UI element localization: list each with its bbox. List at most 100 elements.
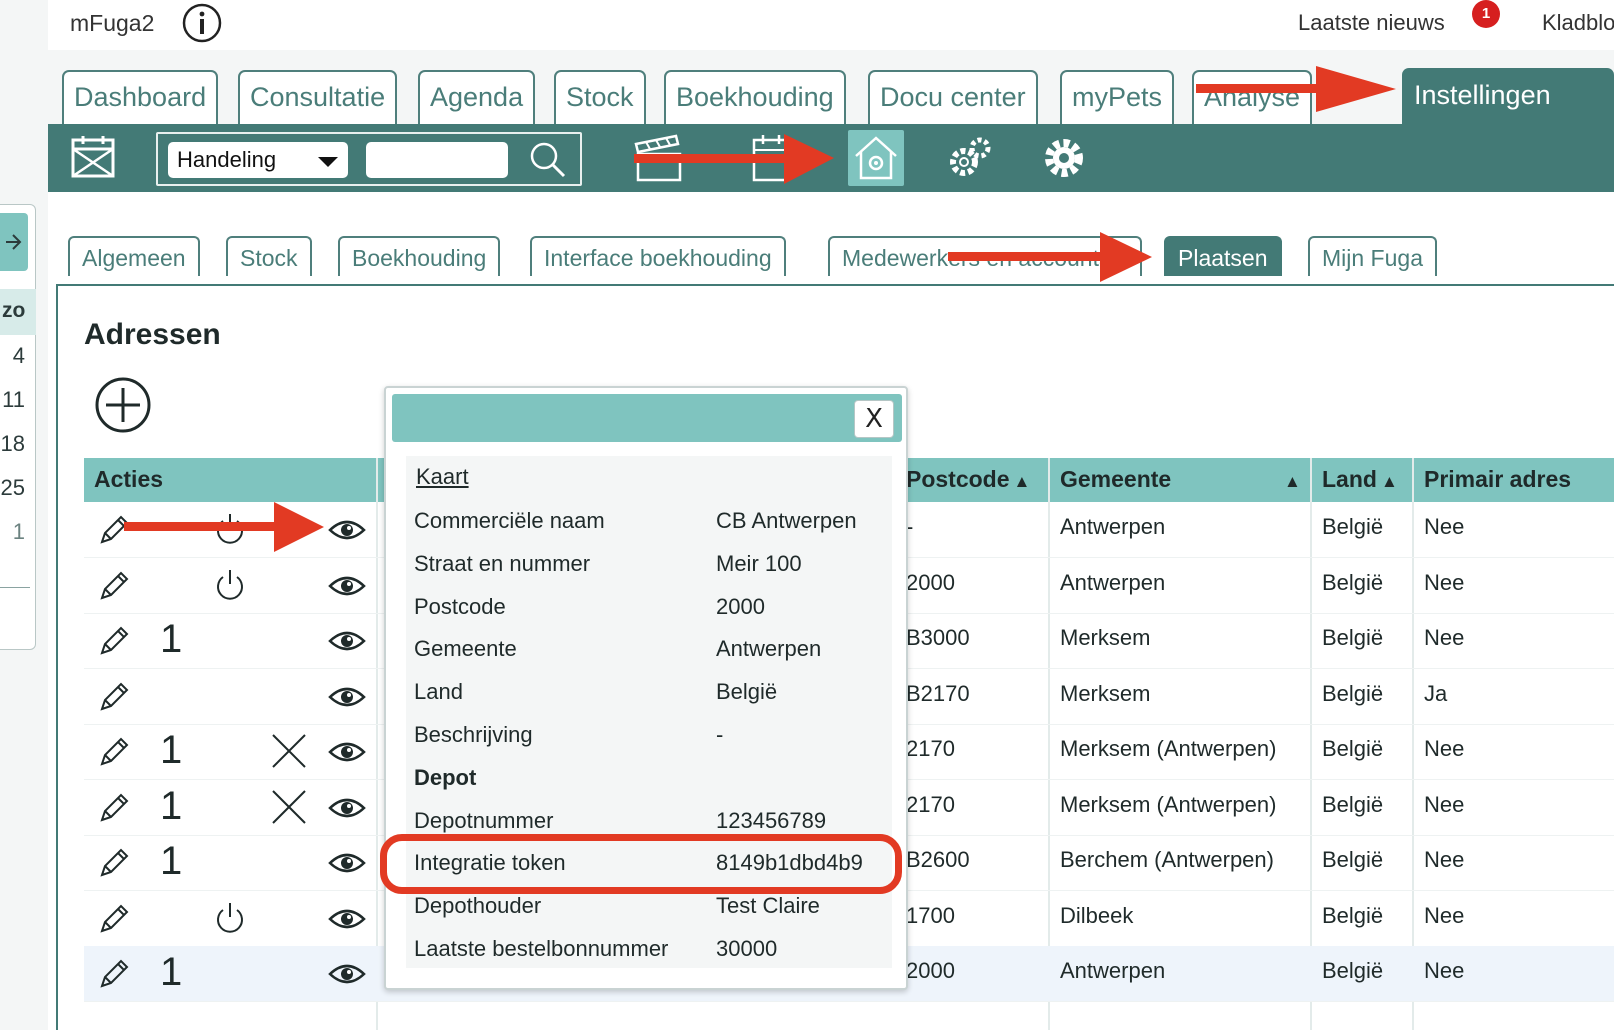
type-select[interactable]: Handeling [168, 142, 348, 178]
eye-icon[interactable] [328, 849, 366, 882]
header-acties: Acties [94, 466, 164, 492]
cell-land: België [1322, 569, 1384, 595]
field-value: 2000 [716, 593, 765, 619]
eye-icon[interactable] [328, 960, 366, 993]
cell-land: België [1322, 847, 1384, 872]
tab-analyse[interactable]: Analyse [1192, 70, 1313, 124]
header-postcode[interactable]: Postcode ▲︎ [906, 466, 1030, 493]
clapperboard-icon[interactable] [630, 130, 686, 186]
cell-land: België [1322, 680, 1384, 706]
section-title: Adressen [84, 318, 221, 351]
eye-icon[interactable] [328, 516, 366, 549]
field-value: - [716, 722, 724, 747]
eye-icon[interactable] [328, 905, 366, 938]
cell-primair: Nee [1424, 736, 1465, 761]
eye-icon[interactable] [328, 627, 366, 660]
field-label: Land [414, 679, 463, 705]
pencil-icon[interactable] [96, 734, 132, 775]
delete-icon[interactable] [270, 788, 308, 831]
house-gear-button[interactable] [848, 130, 904, 186]
header-gemeente[interactable]: Gemeente [1060, 466, 1171, 493]
delete-icon[interactable] [270, 732, 308, 775]
sort-icon: ▲︎ [1013, 472, 1031, 491]
section-heading: Depot [414, 764, 477, 790]
eye-icon[interactable] [328, 572, 366, 605]
info-icon[interactable] [182, 3, 222, 43]
pencil-icon[interactable] [96, 901, 132, 942]
usage-count: 1 [160, 839, 183, 883]
calendar-day[interactable]: 4 [13, 343, 25, 369]
subtab-algemeen[interactable]: Algemeen [68, 236, 200, 276]
cell-gemeente: Antwerpen [1060, 514, 1166, 539]
calendar-expand-button[interactable] [0, 213, 28, 271]
cell-primair: Nee [1424, 902, 1465, 928]
sort-icon[interactable]: ▲︎ [1280, 466, 1301, 493]
subtab-mijn-fuga[interactable]: Mijn Fuga [1308, 236, 1437, 276]
news-badge: 1 [1472, 0, 1500, 28]
calendar-day[interactable]: 25 [1, 475, 25, 501]
tab-dashboard[interactable]: Dashboard [62, 70, 219, 124]
pencil-icon[interactable] [96, 568, 132, 609]
header-land-label: Land [1322, 466, 1377, 492]
field-label: Depotnummer [414, 807, 554, 833]
cell-primair: Nee [1424, 791, 1465, 817]
tab-boekhouding[interactable]: Boekhouding [664, 70, 846, 124]
pencil-icon[interactable] [96, 790, 132, 831]
close-button[interactable]: X [854, 400, 894, 438]
cell-postcode: B2600 [906, 847, 970, 872]
power-icon[interactable] [212, 566, 248, 607]
pencil-icon[interactable] [96, 956, 132, 997]
eye-icon[interactable] [328, 794, 366, 827]
pencil-icon[interactable] [96, 679, 132, 720]
calendar-x-icon[interactable] [70, 134, 116, 180]
power-icon[interactable] [212, 510, 248, 551]
tab-stock[interactable]: Stock [554, 70, 646, 124]
tab-instellingen[interactable]: Instellingen [1402, 68, 1614, 124]
cell-gemeente: Merksem (Antwerpen) [1060, 736, 1277, 761]
usage-count: 1 [160, 950, 183, 994]
cell-gemeente: Dilbeek [1060, 902, 1134, 928]
settings-subtabs: Algemeen Stock Boekhouding Interface boe… [56, 192, 1614, 286]
calendar-day[interactable]: 18 [1, 431, 25, 457]
subtab-interface-boekhouding[interactable]: Interface boekhouding [530, 236, 786, 276]
subtab-medewerkers[interactable]: Medewerkers en accounts [828, 236, 1142, 276]
gear-icon[interactable] [1036, 130, 1092, 186]
cell-gemeente: Merksem [1060, 680, 1151, 706]
usage-count: 1 [160, 783, 183, 828]
subtab-plaatsen[interactable]: Plaatsen [1164, 236, 1282, 276]
tab-docu-center[interactable]: Docu center [868, 70, 1038, 124]
calendar-day[interactable]: 1 [13, 519, 25, 545]
chevron-down-icon [318, 157, 338, 167]
pencil-icon[interactable] [96, 845, 132, 886]
token-highlight [380, 834, 902, 894]
kladblok-link[interactable]: Kladblok [1542, 10, 1614, 36]
map-link[interactable]: Kaart [416, 464, 469, 490]
field-value: België [716, 679, 778, 705]
search-icon[interactable] [528, 140, 568, 180]
power-icon[interactable] [212, 899, 248, 940]
header-land[interactable]: Land ▲︎ [1322, 466, 1398, 493]
clipboard-icon[interactable] [744, 130, 800, 186]
search-input[interactable] [366, 142, 508, 178]
eye-icon[interactable] [328, 738, 366, 771]
tab-mypets[interactable]: myPets [1060, 70, 1175, 124]
subtab-stock[interactable]: Stock [226, 236, 312, 276]
cell-primair: Nee [1424, 847, 1465, 872]
subtab-boekhouding[interactable]: Boekhouding [338, 236, 501, 276]
cell-gemeente: Merksem [1060, 625, 1151, 650]
news-link[interactable]: Laatste nieuws [1298, 10, 1445, 36]
header-primair[interactable]: Primair adres [1424, 466, 1571, 493]
cell-land: België [1322, 791, 1384, 817]
eye-icon[interactable] [328, 683, 366, 716]
tab-consultatie[interactable]: Consultatie [238, 70, 398, 124]
calendar-day[interactable]: 11 [2, 387, 25, 413]
gears-icon[interactable] [942, 130, 998, 186]
tab-agenda[interactable]: Agenda [418, 70, 536, 124]
pencil-icon[interactable] [96, 512, 132, 553]
sort-icon: ▲︎ [1380, 472, 1398, 491]
field-label: Depothouder [414, 893, 542, 919]
pencil-icon[interactable] [96, 623, 132, 664]
field-value: 30000 [716, 936, 778, 961]
add-address-icon[interactable] [94, 376, 152, 434]
cell-gemeente: Berchem (Antwerpen) [1060, 847, 1274, 872]
